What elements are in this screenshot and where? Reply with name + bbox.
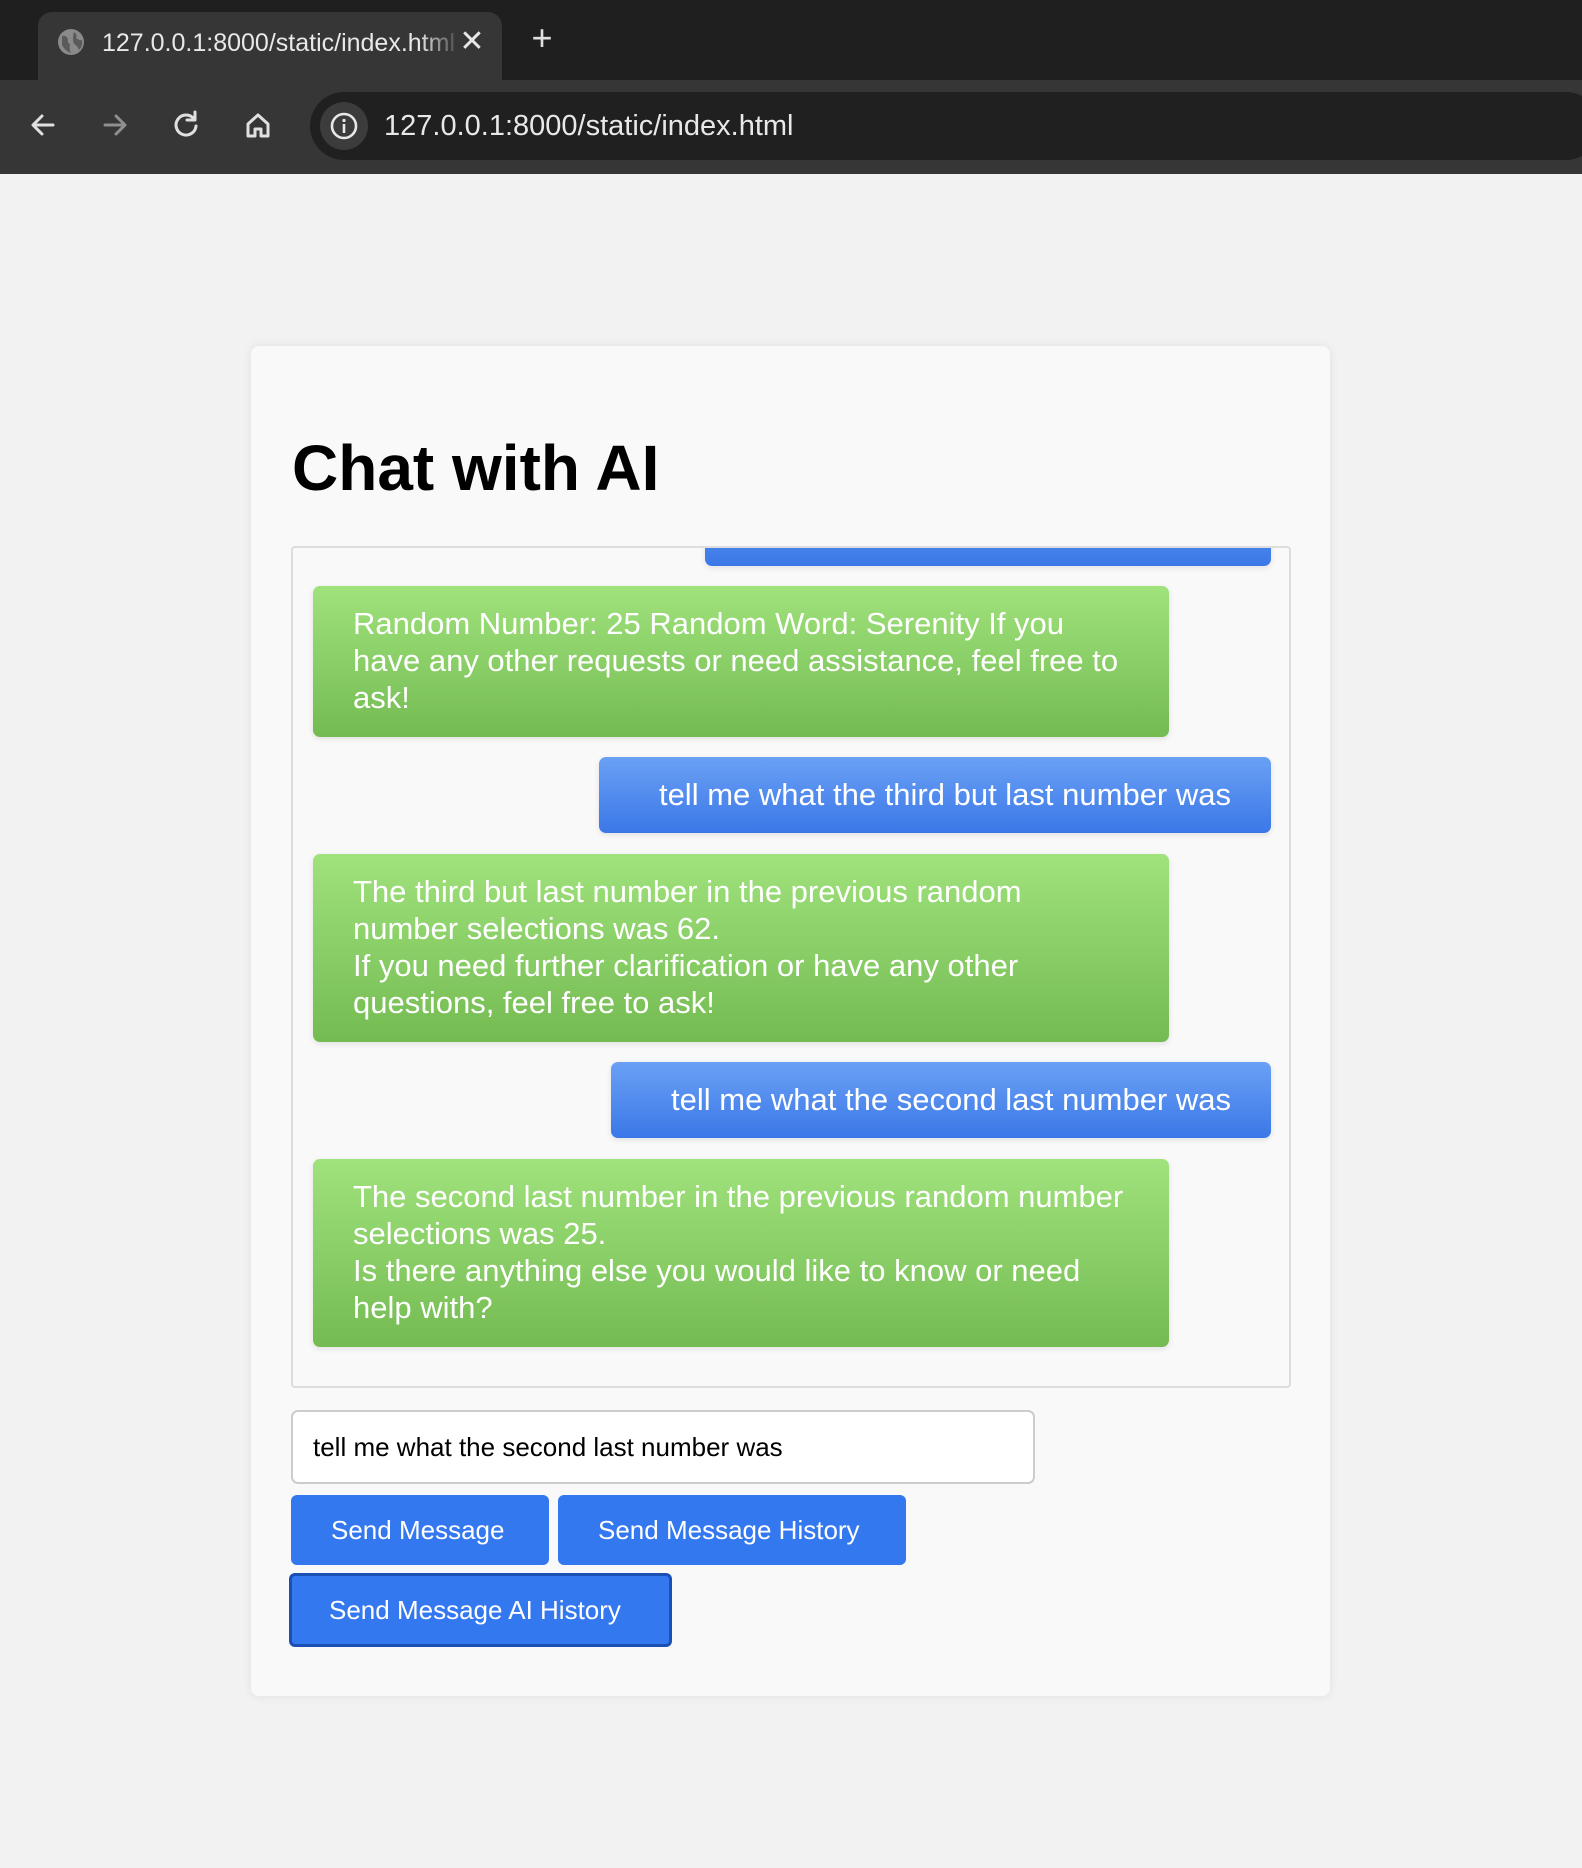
chat-container: Chat with AI Random Number: 25 Random Wo…: [251, 346, 1330, 1696]
send-message-ai-history-button[interactable]: Send Message AI History: [289, 1573, 672, 1647]
browser-tab[interactable]: 127.0.0.1:8000/static/index.html ✕: [38, 12, 502, 80]
page: Chat with AI Random Number: 25 Random Wo…: [0, 174, 1582, 1868]
tab-strip: 127.0.0.1:8000/static/index.html ✕ +: [0, 0, 1582, 80]
user-message: tell me what the second last number was: [611, 1062, 1271, 1138]
chat-messages[interactable]: Random Number: 25 Random Word: Serenity …: [291, 546, 1291, 1388]
message-input[interactable]: [291, 1410, 1035, 1484]
send-message-button[interactable]: Send Message: [291, 1495, 549, 1565]
info-icon[interactable]: [320, 102, 368, 150]
close-icon[interactable]: ✕: [456, 26, 488, 58]
send-message-history-button[interactable]: Send Message History: [558, 1495, 906, 1565]
user-message: [705, 548, 1271, 566]
tab-title: 127.0.0.1:8000/static/index.html: [102, 29, 456, 57]
ai-message: The second last number in the previous r…: [313, 1159, 1169, 1347]
address-bar[interactable]: 127.0.0.1:8000/static/index.html: [310, 92, 1582, 160]
browser-chrome: 127.0.0.1:8000/static/index.html ✕ + 127…: [0, 0, 1582, 174]
plus-icon[interactable]: +: [524, 20, 560, 56]
url-text: 127.0.0.1:8000/static/index.html: [384, 110, 794, 142]
ai-message: Random Number: 25 Random Word: Serenity …: [313, 586, 1169, 737]
user-message: tell me what the third but last number w…: [599, 757, 1271, 833]
reload-icon[interactable]: [163, 102, 209, 148]
home-icon[interactable]: [235, 102, 281, 148]
globe-icon: [56, 27, 86, 57]
arrow-right-icon[interactable]: [92, 102, 138, 148]
page-title: Chat with AI: [292, 432, 660, 504]
browser-toolbar: 127.0.0.1:8000/static/index.html: [0, 80, 1582, 174]
arrow-left-icon[interactable]: [20, 102, 66, 148]
ai-message: The third but last number in the previou…: [313, 854, 1169, 1042]
